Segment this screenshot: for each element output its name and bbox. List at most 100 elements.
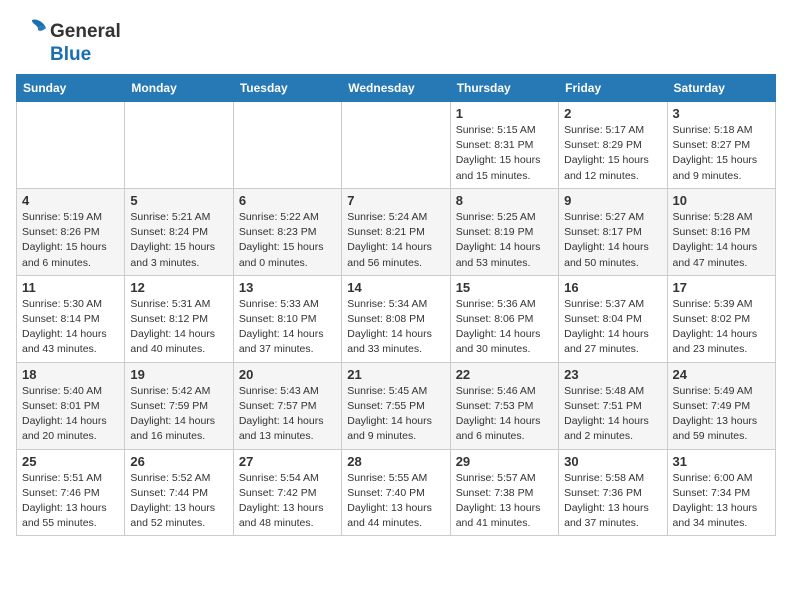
calendar-cell: 9 Sunrise: 5:27 AM Sunset: 8:17 PM Daylig… (559, 188, 667, 275)
calendar-cell: 25 Sunrise: 5:51 AM Sunset: 7:46 PM Dayli… (17, 449, 125, 536)
calendar-cell: 5 Sunrise: 5:21 AM Sunset: 8:24 PM Daylig… (125, 188, 233, 275)
calendar-header: SundayMondayTuesdayWednesdayThursdayFrid… (17, 75, 776, 102)
day-number: 21 (347, 367, 444, 382)
day-number: 10 (673, 193, 770, 208)
day-info: Sunrise: 5:19 AM Sunset: 8:26 PM Dayligh… (22, 210, 119, 271)
logo-general-text: General (50, 21, 121, 43)
day-info: Sunrise: 5:28 AM Sunset: 8:16 PM Dayligh… (673, 210, 770, 271)
logo: General Blue (16, 16, 121, 66)
calendar-cell (125, 102, 233, 189)
day-number: 5 (130, 193, 227, 208)
calendar-week-1: 1Sunrise: 5:15 AM Sunset: 8:31 PM Daylig… (17, 102, 776, 189)
day-number: 3 (673, 106, 770, 121)
calendar-cell: 27Sunrise: 5:54 AM Sunset: 7:42 PM Dayli… (233, 449, 341, 536)
calendar-cell: 26 Sunrise: 5:52 AM Sunset: 7:44 PM Dayli… (125, 449, 233, 536)
day-info: Sunrise: 5:40 AM Sunset: 8:01 PM Dayligh… (22, 384, 119, 445)
column-header-wednesday: Wednesday (342, 75, 450, 102)
calendar-cell: 11 Sunrise: 5:30 AM Sunset: 8:14 PM Dayli… (17, 275, 125, 362)
day-number: 28 (347, 454, 444, 469)
day-number: 30 (564, 454, 661, 469)
day-number: 22 (456, 367, 553, 382)
day-info: Sunrise: 5:22 AM Sunset: 8:23 PM Dayligh… (239, 210, 336, 271)
day-info: Sunrise: 5:48 AM Sunset: 7:51 PM Dayligh… (564, 384, 661, 445)
calendar-table: SundayMondayTuesdayWednesdayThursdayFrid… (16, 74, 776, 536)
day-info: Sunrise: 5:18 AM Sunset: 8:27 PM Dayligh… (673, 123, 770, 184)
day-info: Sunrise: 5:24 AM Sunset: 8:21 PM Dayligh… (347, 210, 444, 271)
day-info: Sunrise: 5:25 AM Sunset: 8:19 PM Dayligh… (456, 210, 553, 271)
day-number: 14 (347, 280, 444, 295)
day-number: 4 (22, 193, 119, 208)
day-number: 31 (673, 454, 770, 469)
day-number: 26 (130, 454, 227, 469)
calendar-cell (342, 102, 450, 189)
day-info: Sunrise: 5:42 AM Sunset: 7:59 PM Dayligh… (130, 384, 227, 445)
day-number: 6 (239, 193, 336, 208)
calendar-cell: 12 Sunrise: 5:31 AM Sunset: 8:12 PM Dayli… (125, 275, 233, 362)
calendar-cell: 17Sunrise: 5:39 AM Sunset: 8:02 PM Dayli… (667, 275, 775, 362)
day-info: Sunrise: 5:57 AM Sunset: 7:38 PM Dayligh… (456, 471, 553, 532)
day-number: 15 (456, 280, 553, 295)
calendar-cell: 28 Sunrise: 5:55 AM Sunset: 7:40 PM Dayli… (342, 449, 450, 536)
day-info: Sunrise: 5:43 AM Sunset: 7:57 PM Dayligh… (239, 384, 336, 445)
day-info: Sunrise: 5:45 AM Sunset: 7:55 PM Dayligh… (347, 384, 444, 445)
calendar-cell: 6 Sunrise: 5:22 AM Sunset: 8:23 PM Daylig… (233, 188, 341, 275)
day-info: Sunrise: 5:36 AM Sunset: 8:06 PM Dayligh… (456, 297, 553, 358)
calendar-cell: 14 Sunrise: 5:34 AM Sunset: 8:08 PM Dayli… (342, 275, 450, 362)
day-info: Sunrise: 6:00 AM Sunset: 7:34 PM Dayligh… (673, 471, 770, 532)
calendar-cell: 15 Sunrise: 5:36 AM Sunset: 8:06 PM Dayli… (450, 275, 558, 362)
day-number: 8 (456, 193, 553, 208)
day-info: Sunrise: 5:54 AM Sunset: 7:42 PM Dayligh… (239, 471, 336, 532)
calendar-cell (233, 102, 341, 189)
day-info: Sunrise: 5:51 AM Sunset: 7:46 PM Dayligh… (22, 471, 119, 532)
calendar-cell: 20 Sunrise: 5:43 AM Sunset: 7:57 PM Dayli… (233, 362, 341, 449)
calendar-cell: 10 Sunrise: 5:28 AM Sunset: 8:16 PM Dayli… (667, 188, 775, 275)
calendar-cell: 13 Sunrise: 5:33 AM Sunset: 8:10 PM Dayli… (233, 275, 341, 362)
column-header-monday: Monday (125, 75, 233, 102)
calendar-week-3: 11 Sunrise: 5:30 AM Sunset: 8:14 PM Dayli… (17, 275, 776, 362)
day-number: 13 (239, 280, 336, 295)
day-info: Sunrise: 5:30 AM Sunset: 8:14 PM Dayligh… (22, 297, 119, 358)
day-info: Sunrise: 5:17 AM Sunset: 8:29 PM Dayligh… (564, 123, 661, 184)
column-header-thursday: Thursday (450, 75, 558, 102)
calendar-cell: 16Sunrise: 5:37 AM Sunset: 8:04 PM Dayli… (559, 275, 667, 362)
day-info: Sunrise: 5:46 AM Sunset: 7:53 PM Dayligh… (456, 384, 553, 445)
logo-bird-icon (16, 16, 48, 48)
day-number: 9 (564, 193, 661, 208)
day-number: 1 (456, 106, 553, 121)
calendar-cell: 23 Sunrise: 5:48 AM Sunset: 7:51 PM Dayli… (559, 362, 667, 449)
day-info: Sunrise: 5:27 AM Sunset: 8:17 PM Dayligh… (564, 210, 661, 271)
day-number: 20 (239, 367, 336, 382)
column-header-saturday: Saturday (667, 75, 775, 102)
calendar-cell: 30 Sunrise: 5:58 AM Sunset: 7:36 PM Dayli… (559, 449, 667, 536)
day-number: 18 (22, 367, 119, 382)
day-info: Sunrise: 5:58 AM Sunset: 7:36 PM Dayligh… (564, 471, 661, 532)
calendar-cell: 3 Sunrise: 5:18 AM Sunset: 8:27 PM Daylig… (667, 102, 775, 189)
day-info: Sunrise: 5:55 AM Sunset: 7:40 PM Dayligh… (347, 471, 444, 532)
day-number: 12 (130, 280, 227, 295)
day-info: Sunrise: 5:34 AM Sunset: 8:08 PM Dayligh… (347, 297, 444, 358)
calendar-cell: 2Sunrise: 5:17 AM Sunset: 8:29 PM Daylig… (559, 102, 667, 189)
calendar-cell: 24Sunrise: 5:49 AM Sunset: 7:49 PM Dayli… (667, 362, 775, 449)
day-info: Sunrise: 5:52 AM Sunset: 7:44 PM Dayligh… (130, 471, 227, 532)
calendar-week-4: 18 Sunrise: 5:40 AM Sunset: 8:01 PM Dayli… (17, 362, 776, 449)
calendar-cell: 19 Sunrise: 5:42 AM Sunset: 7:59 PM Dayli… (125, 362, 233, 449)
day-info: Sunrise: 5:37 AM Sunset: 8:04 PM Dayligh… (564, 297, 661, 358)
day-info: Sunrise: 5:49 AM Sunset: 7:49 PM Dayligh… (673, 384, 770, 445)
calendar-cell: 21 Sunrise: 5:45 AM Sunset: 7:55 PM Dayli… (342, 362, 450, 449)
calendar-cell: 18 Sunrise: 5:40 AM Sunset: 8:01 PM Dayli… (17, 362, 125, 449)
day-number: 7 (347, 193, 444, 208)
calendar-week-5: 25 Sunrise: 5:51 AM Sunset: 7:46 PM Dayli… (17, 449, 776, 536)
day-info: Sunrise: 5:21 AM Sunset: 8:24 PM Dayligh… (130, 210, 227, 271)
day-number: 23 (564, 367, 661, 382)
page-header: General Blue (16, 16, 776, 66)
column-header-tuesday: Tuesday (233, 75, 341, 102)
day-number: 19 (130, 367, 227, 382)
column-header-friday: Friday (559, 75, 667, 102)
day-info: Sunrise: 5:33 AM Sunset: 8:10 PM Dayligh… (239, 297, 336, 358)
calendar-cell: 29Sunrise: 5:57 AM Sunset: 7:38 PM Dayli… (450, 449, 558, 536)
calendar-cell: 7 Sunrise: 5:24 AM Sunset: 8:21 PM Daylig… (342, 188, 450, 275)
day-number: 11 (22, 280, 119, 295)
day-info: Sunrise: 5:31 AM Sunset: 8:12 PM Dayligh… (130, 297, 227, 358)
day-number: 25 (22, 454, 119, 469)
column-header-sunday: Sunday (17, 75, 125, 102)
